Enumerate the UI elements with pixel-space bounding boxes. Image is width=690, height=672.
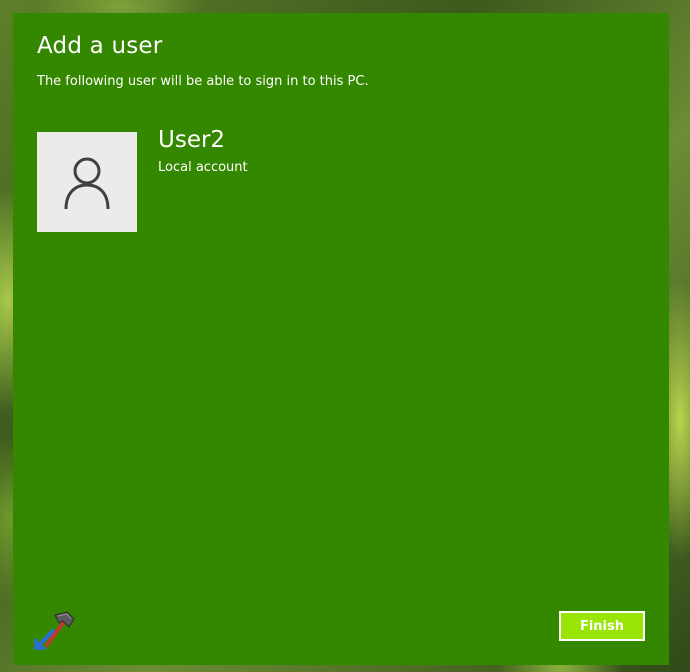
- person-icon: [64, 157, 110, 210]
- desktop-background: Add a user The following user will be ab…: [0, 0, 690, 672]
- user-account-type: Local account: [158, 160, 248, 175]
- user-name: User2: [158, 127, 226, 153]
- user-avatar: [37, 132, 137, 232]
- finish-button[interactable]: Finish: [559, 611, 645, 641]
- hammer-arrow-logo-icon: [34, 611, 75, 650]
- add-user-dialog: Add a user The following user will be ab…: [13, 13, 669, 665]
- dialog-subtitle: The following user will be able to sign …: [37, 74, 369, 89]
- dialog-title: Add a user: [37, 33, 163, 59]
